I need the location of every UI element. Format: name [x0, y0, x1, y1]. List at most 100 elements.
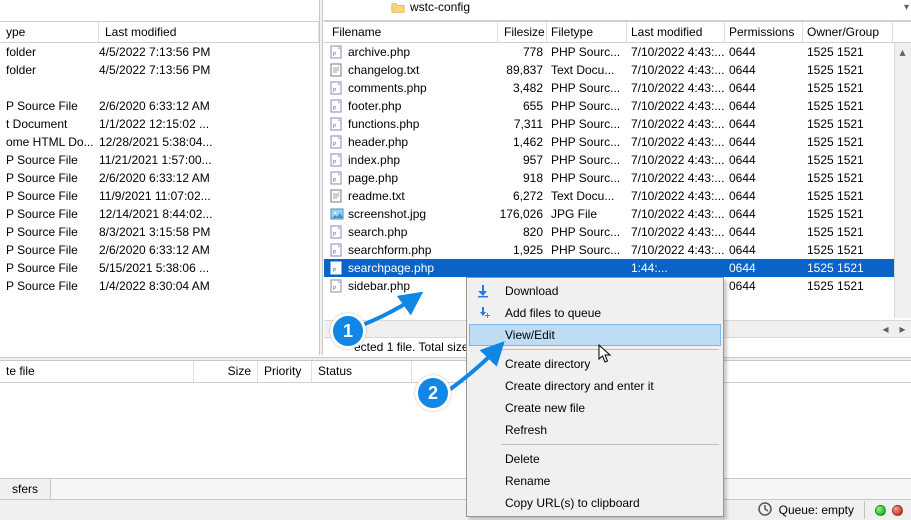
- vertical-splitter[interactable]: [319, 0, 323, 355]
- local-list-row[interactable]: P Source File1/4/2022 8:30:04 AM: [0, 277, 319, 295]
- local-list-row[interactable]: folder4/5/2022 7:13:56 PM: [0, 43, 319, 61]
- remote-cell-permissions: 0644: [725, 153, 803, 167]
- cursor-icon: [598, 344, 614, 364]
- remote-cell-permissions: 0644: [725, 261, 803, 275]
- local-col-filetype[interactable]: ype: [0, 22, 99, 42]
- dropdown-arrow-icon[interactable]: ▾: [904, 2, 909, 13]
- ctx-download-label: Download: [505, 284, 558, 298]
- local-list-row[interactable]: P Source File11/9/2021 11:07:02...: [0, 187, 319, 205]
- local-cell-modified: 5/15/2021 5:38:06 ...: [99, 261, 319, 275]
- remote-col-filetype[interactable]: Filetype: [547, 22, 627, 42]
- remote-cell-type: PHP Sourc...: [547, 81, 627, 95]
- remote-list-row[interactable]: Pfunctions.php7,311PHP Sourc...7/10/2022…: [324, 115, 911, 133]
- remote-list-row[interactable]: readme.txt6,272Text Docu...7/10/2022 4:4…: [324, 187, 911, 205]
- local-header[interactable]: ype Last modified: [0, 21, 319, 43]
- annotation-callout-2: 2: [415, 375, 451, 411]
- local-list-row[interactable]: [0, 79, 319, 97]
- ctx-refresh[interactable]: Refresh: [469, 419, 721, 441]
- local-cell-modified: 2/6/2020 6:33:12 AM: [99, 99, 319, 113]
- remote-cell-owner: 1525 1521: [803, 207, 893, 221]
- queue-status-text: Queue: empty: [779, 503, 854, 517]
- scroll-right-icon[interactable]: ▸: [894, 321, 911, 338]
- remote-cell-type: Text Docu...: [547, 189, 627, 203]
- local-list-row[interactable]: t Document1/1/2022 12:15:02 ...: [0, 115, 319, 133]
- local-list-row[interactable]: P Source File12/14/2021 8:44:02...: [0, 205, 319, 223]
- local-list-row[interactable]: folder4/5/2022 7:13:56 PM: [0, 61, 319, 79]
- tab-transfers[interactable]: sfers: [0, 479, 51, 499]
- php-file-icon: P: [330, 171, 344, 185]
- remote-col-owner[interactable]: Owner/Group: [803, 22, 893, 42]
- remote-vertical-scrollbar[interactable]: ▴: [894, 43, 911, 318]
- remote-cell-owner: 1525 1521: [803, 63, 893, 77]
- ctx-delete[interactable]: Delete: [469, 448, 721, 470]
- local-list-row[interactable]: P Source File5/15/2021 5:38:06 ...: [0, 259, 319, 277]
- remote-col-permissions[interactable]: Permissions: [725, 22, 803, 42]
- remote-cell-size: 176,026: [498, 207, 547, 221]
- remote-list-row[interactable]: Parchive.php778PHP Sourc...7/10/2022 4:4…: [324, 43, 911, 61]
- remote-list-row[interactable]: Psearchpage.php1:44:...06441525 1521: [324, 259, 911, 277]
- queue-col-file[interactable]: te file: [0, 361, 194, 382]
- local-list-row[interactable]: ome HTML Do...12/28/2021 5:38:04...: [0, 133, 319, 151]
- remote-cell-owner: 1525 1521: [803, 117, 893, 131]
- local-list-row[interactable]: P Source File8/3/2021 3:15:58 PM: [0, 223, 319, 241]
- remote-cell-size: 778: [498, 45, 547, 59]
- remote-list-row[interactable]: Pcomments.php3,482PHP Sourc...7/10/2022 …: [324, 79, 911, 97]
- remote-cell-modified: 7/10/2022 4:43:...: [627, 81, 725, 95]
- php-file-icon: P: [330, 153, 344, 167]
- tree-folder-name[interactable]: wstc-config: [410, 0, 470, 14]
- remote-col-filename[interactable]: Filename: [324, 22, 498, 42]
- remote-cell-modified: 7/10/2022 4:43:...: [627, 189, 725, 203]
- ctx-createfile-label: Create new file: [505, 401, 585, 415]
- ctx-download[interactable]: Download: [469, 280, 721, 302]
- remote-cell-owner: 1525 1521: [803, 45, 893, 59]
- scroll-up-icon[interactable]: ▴: [894, 43, 911, 60]
- ctx-create-file[interactable]: Create new file: [469, 397, 721, 419]
- queue-col-size[interactable]: Size: [194, 361, 258, 382]
- folder-icon[interactable]: [390, 0, 406, 16]
- remote-cell-modified: 7/10/2022 4:43:...: [627, 63, 725, 77]
- local-list-row[interactable]: P Source File2/6/2020 6:33:12 AM: [0, 97, 319, 115]
- remote-list-row[interactable]: Pindex.php957PHP Sourc...7/10/2022 4:43:…: [324, 151, 911, 169]
- ctx-copy-url[interactable]: Copy URL(s) to clipboard: [469, 492, 721, 514]
- local-col-modified[interactable]: Last modified: [99, 22, 319, 42]
- remote-cell-name-wrap: Psearchpage.php: [324, 261, 498, 275]
- php-file-icon: P: [330, 261, 344, 275]
- remote-list-row[interactable]: Psearchform.php1,925PHP Sourc...7/10/202…: [324, 241, 911, 259]
- remote-list-row[interactable]: Ppage.php918PHP Sourc...7/10/2022 4:43:.…: [324, 169, 911, 187]
- local-cell-modified: 12/28/2021 5:38:04...: [99, 135, 319, 149]
- remote-header[interactable]: Filename Filesize Filetype Last modified…: [324, 21, 911, 43]
- remote-col-modified[interactable]: Last modified: [627, 22, 725, 42]
- remote-cell-filename: searchform.php: [348, 243, 431, 257]
- local-list-row[interactable]: P Source File2/6/2020 6:33:12 AM: [0, 241, 319, 259]
- local-cell-modified: 11/21/2021 1:57:00...: [99, 153, 319, 167]
- scroll-left-icon[interactable]: ◂: [877, 321, 894, 338]
- local-list-row[interactable]: P Source File11/21/2021 1:57:00...: [0, 151, 319, 169]
- callout-1-label: 1: [343, 321, 353, 342]
- txt-file-icon: [330, 63, 344, 77]
- queue-col-priority[interactable]: Priority: [258, 361, 312, 382]
- remote-cell-modified: 7/10/2022 4:43:...: [627, 243, 725, 257]
- remote-cell-filename: comments.php: [348, 81, 427, 95]
- ctx-delete-label: Delete: [505, 452, 540, 466]
- remote-list-row[interactable]: changelog.txt89,837Text Docu...7/10/2022…: [324, 61, 911, 79]
- remote-col-filesize[interactable]: Filesize: [498, 22, 547, 42]
- remote-list-row[interactable]: Pfooter.php655PHP Sourc...7/10/2022 4:43…: [324, 97, 911, 115]
- remote-cell-name-wrap: Pfooter.php: [324, 99, 498, 113]
- remote-list-row[interactable]: screenshot.jpg176,026JPG File7/10/2022 4…: [324, 205, 911, 223]
- remote-cell-owner: 1525 1521: [803, 81, 893, 95]
- status-dot-green-icon: [875, 505, 886, 516]
- local-cell-type: t Document: [0, 117, 99, 131]
- local-cell-type: P Source File: [0, 225, 99, 239]
- ctx-add-to-queue[interactable]: Add files to queue: [469, 302, 721, 324]
- remote-cell-filename: header.php: [348, 135, 408, 149]
- ctx-rename-label: Rename: [505, 474, 550, 488]
- ctx-rename[interactable]: Rename: [469, 470, 721, 492]
- local-list-row[interactable]: P Source File2/6/2020 6:33:12 AM: [0, 169, 319, 187]
- remote-list-row[interactable]: Psearch.php820PHP Sourc...7/10/2022 4:43…: [324, 223, 911, 241]
- bottom-tabs: sfers: [0, 478, 911, 499]
- remote-list-row[interactable]: Pheader.php1,462PHP Sourc...7/10/2022 4:…: [324, 133, 911, 151]
- queue-indicator-icon: [757, 501, 773, 520]
- queue-col-status[interactable]: Status: [312, 361, 412, 382]
- remote-cell-type: Text Docu...: [547, 63, 627, 77]
- local-file-list: ype Last modified folder4/5/2022 7:13:56…: [0, 21, 319, 337]
